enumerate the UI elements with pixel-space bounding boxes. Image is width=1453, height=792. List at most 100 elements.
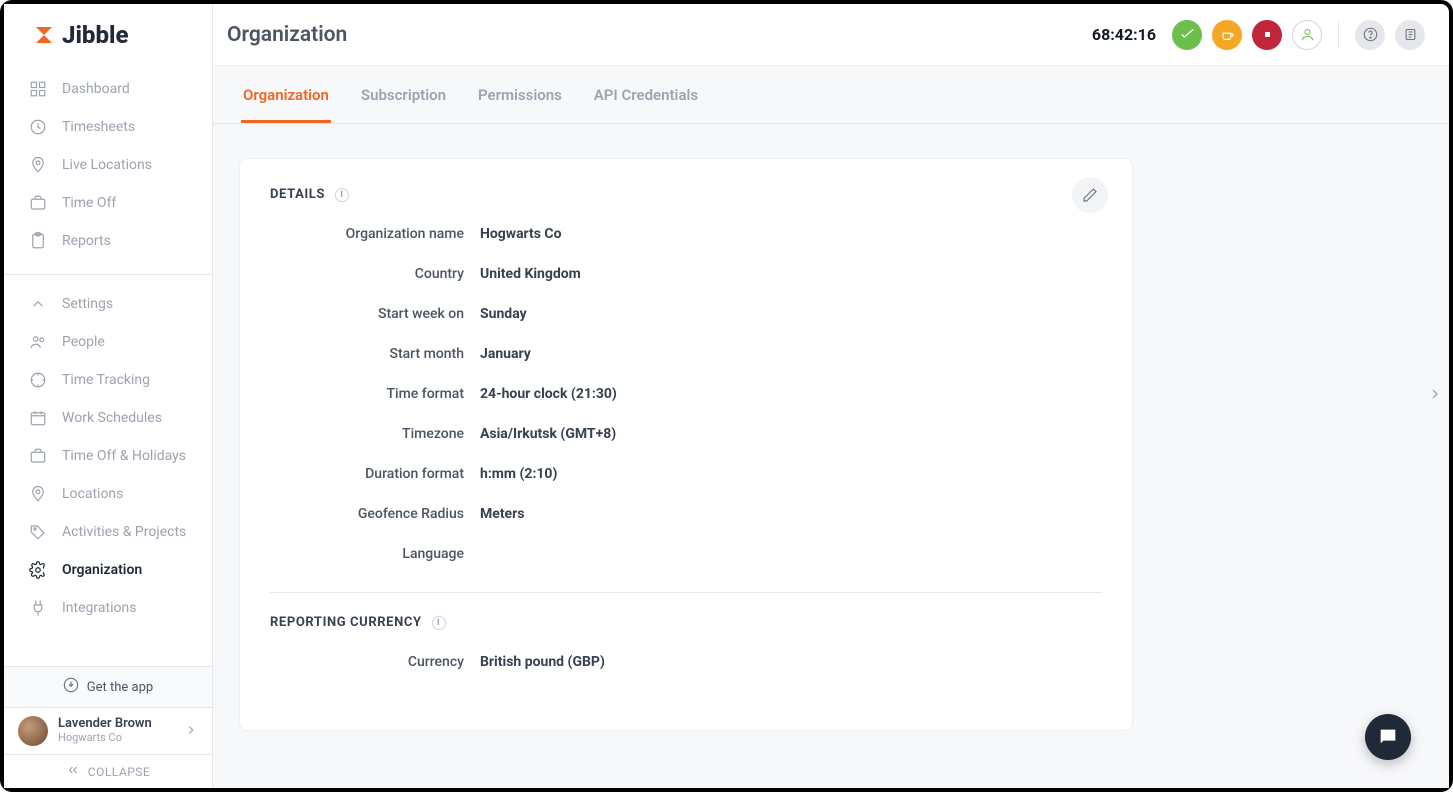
- content-area: Organization Subscription Permissions AP…: [213, 66, 1449, 788]
- field-label: Country: [270, 266, 480, 282]
- sidebar-item-people[interactable]: People: [4, 323, 212, 361]
- carousel-next-icon[interactable]: [1427, 386, 1443, 406]
- tab-subscription[interactable]: Subscription: [359, 66, 448, 123]
- logo[interactable]: Jibble: [4, 4, 212, 66]
- page-title: Organization: [227, 23, 347, 47]
- pin-icon: [28, 155, 48, 175]
- help-button[interactable]: [1355, 20, 1385, 50]
- sidebar-item-dashboard[interactable]: Dashboard: [4, 70, 212, 108]
- clipboard-icon: [28, 231, 48, 251]
- break-button[interactable]: [1212, 20, 1242, 50]
- sidebar-item-live-locations[interactable]: Live Locations: [4, 146, 212, 184]
- news-button[interactable]: [1395, 20, 1425, 50]
- sidebar-item-label: Activities & Projects: [62, 524, 186, 540]
- sidebar-item-label: Timesheets: [62, 119, 135, 135]
- sidebar-item-settings[interactable]: Settings: [4, 285, 212, 323]
- clock-icon: [28, 117, 48, 137]
- tab-organization[interactable]: Organization: [241, 66, 331, 123]
- tab-label: Organization: [243, 86, 329, 104]
- field-label: Start month: [270, 346, 480, 362]
- field-label: Time format: [270, 386, 480, 402]
- chat-fab[interactable]: [1365, 714, 1411, 760]
- field-label: Start week on: [270, 306, 480, 322]
- sidebar-item-timesheets[interactable]: Timesheets: [4, 108, 212, 146]
- pencil-icon: [1082, 187, 1098, 203]
- sidebar-item-work-schedules[interactable]: Work Schedules: [4, 399, 212, 437]
- sidebar-item-label: Integrations: [62, 600, 136, 616]
- field-label: Duration format: [270, 466, 480, 482]
- plug-icon: [28, 598, 48, 618]
- field-start-month: Start month January: [270, 346, 1102, 362]
- section-title: REPORTING CURRENCY: [270, 615, 422, 630]
- field-time-format: Time format 24-hour clock (21:30): [270, 386, 1102, 402]
- field-timezone: Timezone Asia/Irkutsk (GMT+8): [270, 426, 1102, 442]
- tab-label: Permissions: [478, 86, 562, 104]
- field-value: Hogwarts Co: [480, 226, 562, 242]
- sidebar-item-label: Settings: [62, 296, 113, 312]
- edit-button[interactable]: [1072, 177, 1108, 213]
- field-label: Organization name: [270, 226, 480, 242]
- tag-icon: [28, 522, 48, 542]
- collapse-button[interactable]: COLLAPSE: [4, 754, 212, 788]
- chevron-right-icon: [184, 722, 198, 741]
- chevron-up-icon: [28, 294, 48, 314]
- info-icon[interactable]: i: [432, 616, 446, 630]
- field-language: Language: [270, 546, 1102, 562]
- sidebar-item-time-off-holidays[interactable]: Time Off & Holidays: [4, 437, 212, 475]
- sidebar-item-locations[interactable]: Locations: [4, 475, 212, 513]
- field-label: Timezone: [270, 426, 480, 442]
- tab-label: Subscription: [361, 86, 446, 104]
- stop-button[interactable]: [1252, 20, 1282, 50]
- currency-section-header: REPORTING CURRENCY i: [270, 615, 1102, 630]
- profile-button[interactable]: [1292, 20, 1322, 50]
- sidebar-item-label: Reports: [62, 233, 111, 249]
- field-value: Asia/Irkutsk (GMT+8): [480, 426, 616, 442]
- chat-icon: [1377, 726, 1399, 748]
- sidebar-item-label: Time Off: [62, 195, 116, 211]
- sidebar-item-label: People: [62, 334, 105, 350]
- info-icon[interactable]: i: [335, 188, 349, 202]
- timer: 68:42:16: [1092, 25, 1156, 44]
- field-value: Meters: [480, 506, 524, 522]
- field-label: Currency: [270, 654, 480, 670]
- get-app-label: Get the app: [87, 680, 153, 695]
- briefcase-icon: [28, 193, 48, 213]
- field-value: United Kingdom: [480, 266, 581, 282]
- tab-api-credentials[interactable]: API Credentials: [592, 66, 700, 123]
- topbar: Organization 68:42:16: [213, 4, 1449, 66]
- field-organization-name: Organization name Hogwarts Co: [270, 226, 1102, 242]
- sidebar-item-integrations[interactable]: Integrations: [4, 589, 212, 627]
- field-country: Country United Kingdom: [270, 266, 1102, 282]
- sidebar-item-time-off[interactable]: Time Off: [4, 184, 212, 222]
- sidebar-item-label: Work Schedules: [62, 410, 162, 426]
- collapse-label: COLLAPSE: [88, 765, 150, 779]
- tab-label: API Credentials: [594, 86, 698, 104]
- logo-icon: [32, 23, 56, 47]
- sidebar-item-reports[interactable]: Reports: [4, 222, 212, 260]
- avatar: [18, 716, 48, 746]
- sidebar-item-label: Time Tracking: [62, 372, 150, 388]
- sidebar: Jibble Dashboard Timesheets Live Locatio…: [4, 4, 213, 788]
- field-label: Language: [270, 546, 480, 562]
- main: Organization 68:42:16 Organization Subsc…: [213, 4, 1449, 788]
- field-value: h:mm (2:10): [480, 466, 557, 482]
- get-app-button[interactable]: Get the app: [4, 666, 212, 707]
- field-value: 24-hour clock (21:30): [480, 386, 617, 402]
- user-org: Hogwarts Co: [58, 732, 174, 745]
- sidebar-item-activities-projects[interactable]: Activities & Projects: [4, 513, 212, 551]
- sidebar-item-time-tracking[interactable]: Time Tracking: [4, 361, 212, 399]
- divider: [1338, 22, 1339, 48]
- nav-settings: Settings People Time Tracking Work Sched…: [4, 281, 212, 631]
- tabs: Organization Subscription Permissions AP…: [213, 66, 1449, 124]
- users-icon: [28, 332, 48, 352]
- details-section-header: DETAILS i: [270, 187, 1102, 202]
- field-value: British pound (GBP): [480, 654, 605, 670]
- section-divider: [270, 592, 1102, 593]
- user-menu[interactable]: Lavender Brown Hogwarts Co: [4, 707, 212, 754]
- field-duration-format: Duration format h:mm (2:10): [270, 466, 1102, 482]
- activity-indicator-button[interactable]: [1172, 20, 1202, 50]
- tab-permissions[interactable]: Permissions: [476, 66, 564, 123]
- org-details-card: DETAILS i Organization name Hogwarts Co …: [239, 158, 1133, 731]
- sidebar-item-organization[interactable]: Organization: [4, 551, 212, 589]
- sidebar-item-label: Locations: [62, 486, 123, 502]
